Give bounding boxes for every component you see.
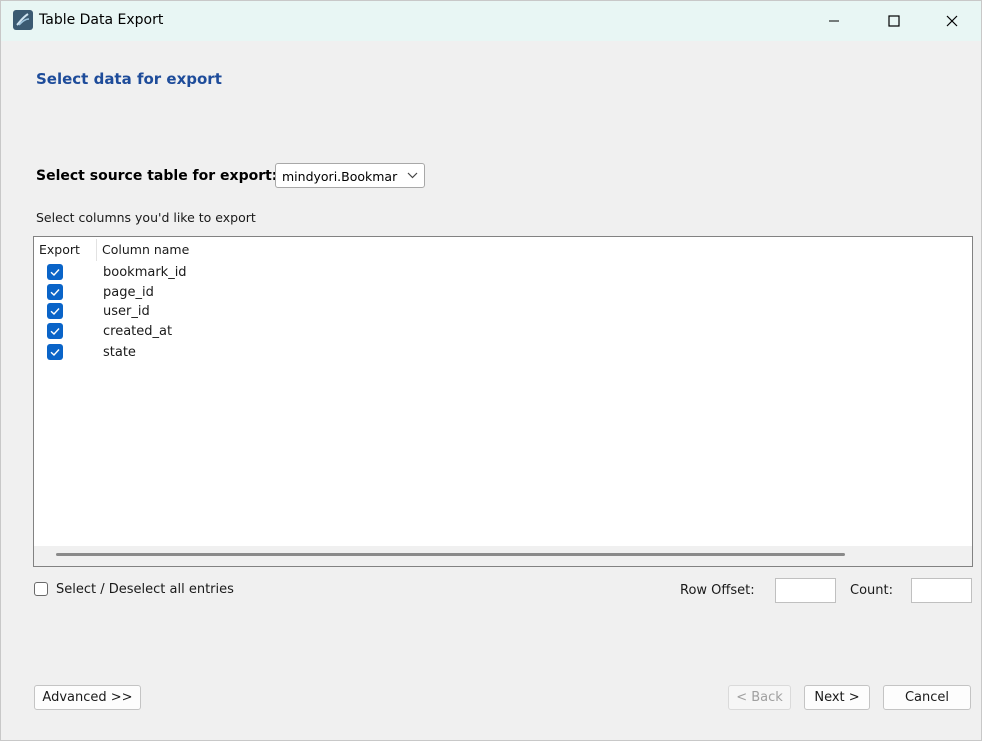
- columns-label: Select columns you'd like to export: [36, 210, 256, 225]
- checkmark-icon: [50, 308, 60, 315]
- export-checkbox[interactable]: [47, 344, 63, 360]
- row-offset-input[interactable]: [775, 578, 836, 603]
- dialog-window: Table Data Export Select data for export…: [0, 0, 982, 741]
- source-table-value: mindyori.Bookmar: [282, 169, 398, 184]
- cancel-button[interactable]: Cancel: [883, 685, 971, 710]
- export-checkbox[interactable]: [47, 264, 63, 280]
- checkmark-icon: [50, 289, 60, 296]
- close-button[interactable]: [923, 1, 981, 41]
- page-heading: Select data for export: [36, 70, 222, 88]
- minimize-button[interactable]: [805, 1, 863, 41]
- list-item[interactable]: bookmark_id: [34, 262, 972, 282]
- title-bar[interactable]: Table Data Export: [1, 1, 981, 41]
- export-checkbox[interactable]: [47, 303, 63, 319]
- back-button[interactable]: < Back: [728, 685, 791, 710]
- column-name-header[interactable]: Column name: [102, 242, 189, 257]
- column-name: page_id: [103, 285, 154, 300]
- column-name: created_at: [103, 324, 173, 339]
- advanced-button[interactable]: Advanced >>: [34, 685, 141, 710]
- source-table-label: Select source table for export:: [36, 168, 278, 184]
- minimize-icon: [829, 20, 839, 22]
- column-name: bookmark_id: [103, 265, 187, 280]
- maximize-icon: [888, 15, 900, 27]
- count-input[interactable]: [911, 578, 972, 603]
- list-header: Export Column name: [34, 237, 972, 261]
- export-checkbox[interactable]: [47, 323, 63, 339]
- export-checkbox[interactable]: [47, 284, 63, 300]
- horizontal-scrollbar[interactable]: [34, 546, 972, 566]
- header-divider: [96, 239, 97, 261]
- chevron-down-icon: [407, 172, 418, 179]
- list-item[interactable]: created_at: [34, 321, 972, 341]
- select-all-checkbox[interactable]: [34, 582, 48, 596]
- checkmark-icon: [50, 269, 60, 276]
- count-label: Count:: [850, 583, 893, 598]
- row-offset-label: Row Offset:: [680, 583, 755, 598]
- close-icon: [946, 15, 958, 27]
- export-column-header[interactable]: Export: [39, 242, 80, 257]
- select-all-label[interactable]: Select / Deselect all entries: [56, 582, 234, 597]
- list-item[interactable]: user_id: [34, 301, 972, 321]
- window-title: Table Data Export: [39, 12, 164, 28]
- column-name: state: [103, 345, 136, 360]
- maximize-button[interactable]: [865, 1, 923, 41]
- mysql-workbench-icon: [13, 10, 33, 30]
- scrollbar-thumb[interactable]: [56, 553, 845, 556]
- checkmark-icon: [50, 328, 60, 335]
- list-item[interactable]: page_id: [34, 282, 972, 302]
- column-name: user_id: [103, 304, 150, 319]
- next-button[interactable]: Next >: [804, 685, 870, 710]
- columns-list[interactable]: Export Column name bookmark_id page_id u…: [33, 236, 973, 567]
- source-table-select[interactable]: mindyori.Bookmar: [275, 163, 425, 188]
- checkmark-icon: [50, 349, 60, 356]
- list-item[interactable]: state: [34, 342, 972, 362]
